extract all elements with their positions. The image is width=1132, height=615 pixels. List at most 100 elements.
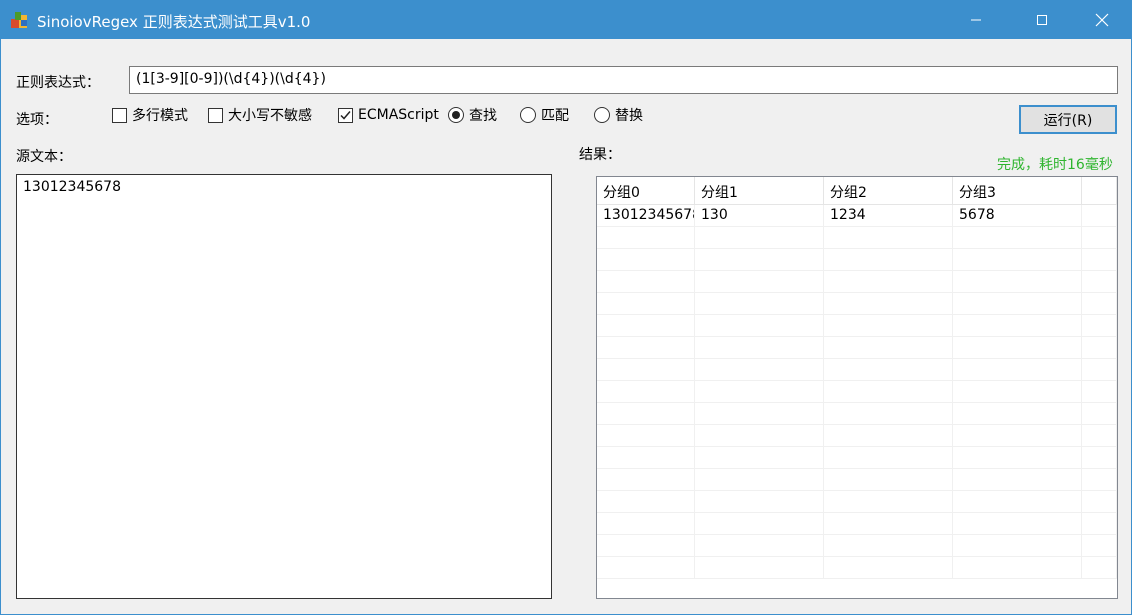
mode-replace-radio[interactable]: 替换 bbox=[594, 105, 643, 125]
column-header[interactable]: 分组1 bbox=[695, 177, 824, 205]
table-cell bbox=[597, 271, 695, 293]
regex-label: 正则表达式： bbox=[16, 75, 100, 91]
table-cell bbox=[953, 447, 1082, 469]
table-cell bbox=[953, 249, 1082, 271]
table-cell bbox=[1082, 535, 1117, 557]
table-cell bbox=[953, 469, 1082, 491]
table-cell bbox=[824, 293, 953, 315]
radio-circle bbox=[594, 107, 610, 123]
ignore-case-checkbox[interactable]: 大小写不敏感 bbox=[208, 105, 312, 125]
table-cell bbox=[695, 491, 824, 513]
empty-row bbox=[597, 359, 1117, 381]
table-cell bbox=[695, 315, 824, 337]
minimize-button[interactable] bbox=[953, 1, 999, 39]
radio-dot bbox=[452, 111, 460, 119]
table-cell bbox=[695, 227, 824, 249]
empty-row bbox=[597, 271, 1117, 293]
column-header[interactable]: 分组2 bbox=[824, 177, 953, 205]
run-button[interactable]: 运行(R) bbox=[1019, 105, 1117, 134]
table-cell bbox=[695, 403, 824, 425]
table-cell bbox=[597, 425, 695, 447]
table-cell bbox=[695, 293, 824, 315]
empty-row bbox=[597, 337, 1117, 359]
table-cell bbox=[1082, 359, 1117, 381]
source-textarea[interactable]: 13012345678 bbox=[16, 174, 552, 599]
table-cell bbox=[953, 557, 1082, 579]
table-cell bbox=[695, 337, 824, 359]
window-title: SinoiovRegex 正则表达式测试工具v1.0 bbox=[37, 13, 311, 31]
column-header-filler bbox=[1082, 177, 1117, 205]
empty-row bbox=[597, 557, 1117, 579]
ignore-case-label: 大小写不敏感 bbox=[228, 108, 312, 124]
table-cell bbox=[824, 491, 953, 513]
ecmascript-checkbox[interactable]: ECMAScript bbox=[338, 105, 439, 125]
table-cell bbox=[824, 271, 953, 293]
empty-row bbox=[597, 249, 1117, 271]
table-cell bbox=[1082, 337, 1117, 359]
table-cell: 1234 bbox=[824, 205, 953, 227]
table-cell bbox=[597, 381, 695, 403]
mode-match-radio[interactable]: 匹配 bbox=[520, 105, 569, 125]
table-cell bbox=[824, 425, 953, 447]
table-cell bbox=[953, 403, 1082, 425]
checkmark-icon bbox=[340, 110, 351, 120]
table-cell bbox=[1082, 271, 1117, 293]
table-cell bbox=[597, 359, 695, 381]
close-button[interactable] bbox=[1079, 1, 1125, 39]
table-cell bbox=[695, 359, 824, 381]
table-cell bbox=[597, 491, 695, 513]
radio-circle bbox=[448, 107, 464, 123]
empty-row bbox=[597, 227, 1117, 249]
result-label: 结果： bbox=[579, 147, 621, 163]
empty-row bbox=[597, 381, 1117, 403]
table-cell bbox=[695, 557, 824, 579]
table-row[interactable]: 13012345678 130 1234 5678 bbox=[597, 205, 1117, 227]
regex-input[interactable]: (1[3-9][0-9])(\d{4})(\d{4}) bbox=[129, 66, 1118, 94]
mode-match-label: 匹配 bbox=[541, 108, 569, 124]
table-cell: 5678 bbox=[953, 205, 1082, 227]
table-cell bbox=[695, 425, 824, 447]
ecmascript-label: ECMAScript bbox=[358, 107, 439, 123]
table-cell bbox=[597, 293, 695, 315]
table-cell bbox=[1082, 403, 1117, 425]
table-cell bbox=[953, 513, 1082, 535]
table-cell bbox=[695, 513, 824, 535]
column-header[interactable]: 分组3 bbox=[953, 177, 1082, 205]
results-header: 分组0 分组1 分组2 分组3 bbox=[597, 177, 1117, 205]
close-icon bbox=[1095, 13, 1109, 27]
mode-find-radio[interactable]: 查找 bbox=[448, 105, 497, 125]
app-icon bbox=[10, 10, 30, 30]
table-cell bbox=[824, 557, 953, 579]
maximize-button[interactable] bbox=[1019, 1, 1065, 39]
multiline-checkbox[interactable]: 多行模式 bbox=[112, 105, 188, 125]
table-cell bbox=[824, 227, 953, 249]
table-cell bbox=[953, 425, 1082, 447]
mode-find-label: 查找 bbox=[469, 108, 497, 124]
table-cell bbox=[953, 271, 1082, 293]
column-header[interactable]: 分组0 bbox=[597, 177, 695, 205]
maximize-icon bbox=[1036, 14, 1048, 26]
table-cell bbox=[695, 381, 824, 403]
title-bar[interactable]: SinoiovRegex 正则表达式测试工具v1.0 bbox=[1, 1, 1131, 39]
results-grid[interactable]: 分组0 分组1 分组2 分组3 13012345678 130 1234 5678 bbox=[596, 176, 1118, 599]
table-cell bbox=[597, 513, 695, 535]
table-cell bbox=[953, 315, 1082, 337]
table-cell bbox=[1082, 205, 1117, 227]
table-cell bbox=[953, 535, 1082, 557]
table-cell bbox=[597, 469, 695, 491]
table-cell bbox=[1082, 227, 1117, 249]
table-cell bbox=[597, 249, 695, 271]
empty-row bbox=[597, 425, 1117, 447]
empty-row bbox=[597, 469, 1117, 491]
table-cell bbox=[824, 337, 953, 359]
table-cell bbox=[597, 535, 695, 557]
table-cell bbox=[1082, 513, 1117, 535]
mode-replace-label: 替换 bbox=[615, 108, 643, 124]
multiline-label: 多行模式 bbox=[132, 108, 188, 124]
empty-row bbox=[597, 403, 1117, 425]
table-cell bbox=[695, 271, 824, 293]
table-cell bbox=[597, 557, 695, 579]
table-cell bbox=[597, 403, 695, 425]
table-cell bbox=[953, 227, 1082, 249]
table-cell bbox=[824, 381, 953, 403]
